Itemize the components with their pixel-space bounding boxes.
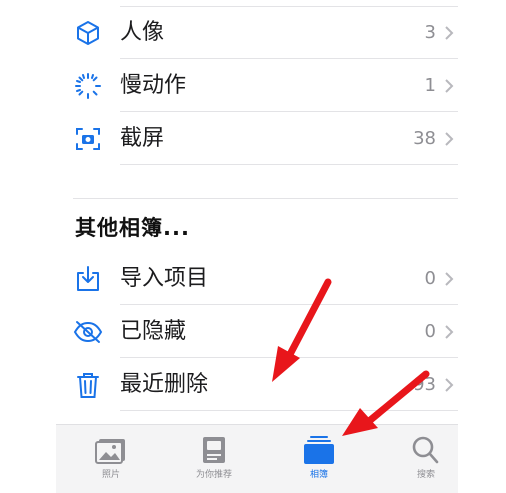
photos-icon [95, 439, 125, 464]
album-row-portrait[interactable]: 人像 3 [0, 6, 506, 59]
chevron-right-icon [445, 325, 454, 339]
section-title-other-albums: 其他相簿... [75, 216, 190, 240]
album-count: 1 [424, 75, 436, 96]
tab-label: 为你推荐 [195, 470, 232, 480]
tab-label: 照片 [101, 470, 120, 480]
album-count: 3 [424, 22, 436, 43]
album-count: 0 [424, 321, 436, 342]
cube-icon [73, 19, 103, 47]
album-label: 已隐藏 [120, 319, 187, 344]
album-row-slow-motion[interactable]: 慢动作 1 [0, 59, 506, 112]
album-label: 人像 [120, 20, 165, 45]
eye-hidden-icon [73, 318, 103, 346]
album-label: 慢动作 [120, 73, 187, 98]
tab-photos[interactable]: 照片 [61, 425, 161, 493]
album-count: 0 [424, 268, 436, 289]
slow-motion-icon [73, 72, 103, 100]
tab-label: 相簿 [309, 470, 328, 480]
tab-label: 搜索 [416, 470, 435, 480]
album-row-screenshots[interactable]: 截屏 38 [0, 112, 506, 165]
chevron-right-icon [445, 378, 454, 392]
chevron-right-icon [445, 26, 454, 40]
import-icon [73, 265, 103, 293]
tab-for-you[interactable]: 为你推荐 [164, 425, 264, 493]
red-arrow-albums-tab [342, 370, 430, 436]
trash-icon [73, 371, 103, 399]
row-separator [120, 164, 458, 165]
screenshot-icon [73, 125, 103, 153]
album-label: 截屏 [120, 126, 165, 151]
for-you-icon [203, 437, 225, 463]
chevron-right-icon [445, 132, 454, 146]
chevron-right-icon [445, 79, 454, 93]
album-count: 38 [413, 128, 436, 149]
section-separator [73, 198, 458, 199]
album-label: 导入项目 [120, 266, 209, 291]
chevron-right-icon [445, 272, 454, 286]
album-label: 最近删除 [120, 372, 209, 397]
